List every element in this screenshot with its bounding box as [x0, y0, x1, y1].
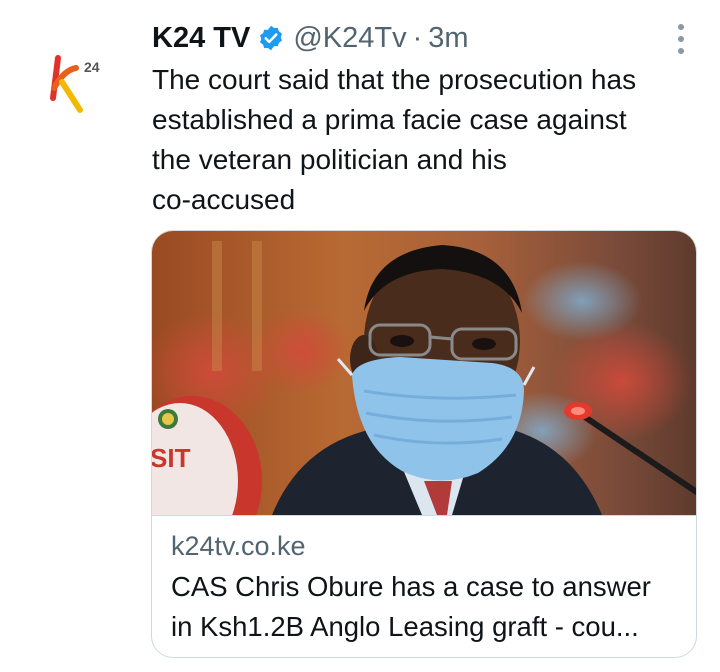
more-dot — [678, 36, 684, 42]
separator-dot: · — [412, 21, 423, 54]
verified-badge-icon — [260, 25, 283, 51]
card-domain[interactable]: k24tv.co.ke — [171, 531, 306, 562]
k24-logo-icon: 24 — [50, 55, 100, 113]
link-preview-card[interactable]: SIT k24tv.co.ke CAS Chris Obure has a ca… — [151, 230, 697, 658]
more-options-icon[interactable] — [666, 22, 696, 56]
timestamp[interactable]: 3m — [428, 22, 468, 55]
svg-text:24: 24 — [84, 59, 100, 75]
avatar[interactable]: 24 — [40, 44, 112, 116]
tweet-text-line: co-accused — [152, 184, 296, 215]
card-title-line: CAS Chris Obure has a case to answer — [171, 571, 651, 602]
card-divider — [152, 515, 696, 516]
card-title[interactable]: CAS Chris Obure has a case to answer in … — [171, 567, 686, 647]
tweet-text-line: the veteran politician and his — [152, 144, 507, 175]
tweet-text-line: established a prima facie case against — [152, 104, 627, 135]
sign-text: SIT — [152, 443, 191, 473]
tweet-header: K24 TV @K24Tv · 3m — [152, 18, 469, 58]
card-title-line: in Ksh1.2B Anglo Leasing graft - cou... — [171, 611, 639, 642]
card-image[interactable]: SIT — [152, 231, 697, 515]
author-name[interactable]: K24 TV — [152, 22, 250, 55]
author-handle[interactable]: @K24Tv — [293, 22, 406, 55]
tweet[interactable]: 24 K24 TV @K24Tv · 3m The court said tha… — [0, 0, 720, 672]
tweet-text: The court said that the prosecution has … — [152, 60, 700, 220]
more-dot — [678, 48, 684, 54]
more-dot — [678, 24, 684, 30]
tweet-text-line: The court said that the prosecution has — [152, 64, 637, 95]
